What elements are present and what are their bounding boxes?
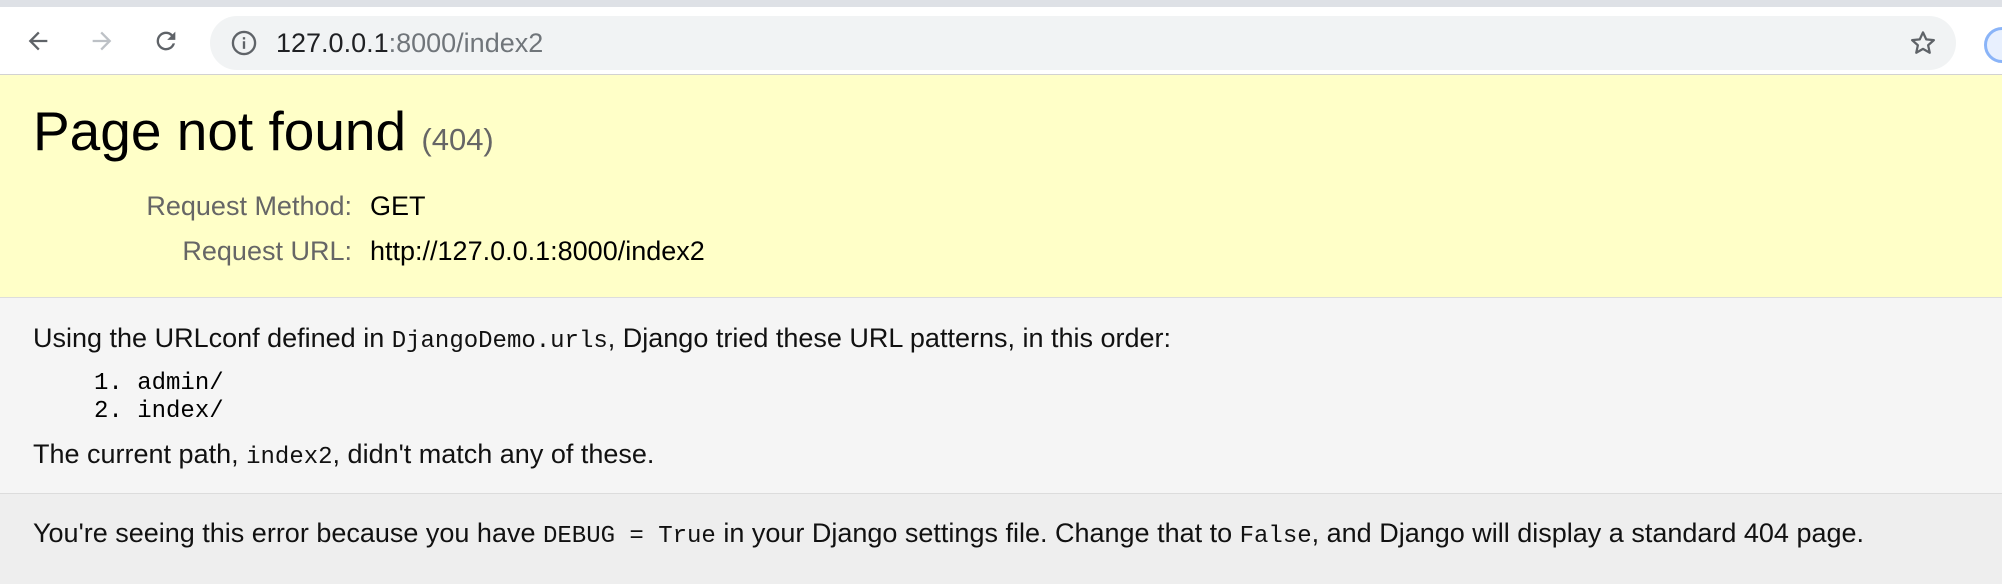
urlconf-text: Using the URLconf defined in DjangoDemo.…: [33, 323, 1171, 355]
request-url-value: http://127.0.0.1:8000/index2: [370, 236, 705, 266]
debug-setting: DEBUG = True: [542, 523, 716, 550]
extension-icon[interactable]: [1984, 27, 2002, 63]
url-pattern-list: 1. admin/ 2. index/: [94, 370, 224, 426]
list-item: 2. index/: [94, 398, 224, 426]
explanation-text: You're seeing this error because you hav…: [33, 518, 1864, 550]
page-title: Page not found (404): [33, 99, 494, 163]
url-host: 127.0.0.1: [276, 28, 389, 58]
reload-icon: [156, 31, 176, 51]
explanation-prefix: You're seeing this error because you hav…: [33, 518, 543, 548]
current-path: index2: [246, 444, 333, 471]
arrow-left-icon: [28, 31, 48, 51]
back-button[interactable]: [16, 19, 60, 63]
arrow-right-icon: [92, 31, 112, 51]
request-method-value: GET: [370, 191, 426, 221]
list-item: 1. admin/: [94, 370, 224, 398]
url-text[interactable]: 127.0.0.1:8000/index2: [276, 16, 543, 70]
urlconf-module: DjangoDemo.urls: [391, 328, 608, 355]
current-path-text: The current path, index2, didn't match a…: [33, 439, 654, 471]
current-path-suffix: , didn't match any of these.: [332, 439, 655, 469]
status-code: (404): [421, 122, 494, 157]
forward-button[interactable]: [80, 19, 124, 63]
request-url-label: Request URL:: [182, 236, 352, 266]
explanation-suffix: , and Django will display a standard 404…: [1311, 518, 1865, 548]
pattern-number: 2.: [94, 398, 123, 425]
error-info: Using the URLconf defined in DjangoDemo.…: [0, 298, 2002, 494]
urlconf-prefix: Using the URLconf defined in: [33, 323, 392, 353]
browser-toolbar: 127.0.0.1:8000/index2: [0, 0, 2002, 75]
explanation-middle: in your Django settings file. Change tha…: [715, 518, 1240, 548]
pattern-text: admin/: [137, 370, 224, 397]
request-method-label: Request Method:: [146, 191, 352, 221]
address-bar[interactable]: 127.0.0.1:8000/index2: [210, 16, 1956, 70]
reload-button[interactable]: [144, 19, 188, 63]
pattern-text: index/: [137, 398, 224, 425]
url-path: :8000/index2: [388, 28, 544, 58]
info-icon[interactable]: [230, 29, 258, 57]
page-title-text: Page not found: [33, 100, 407, 162]
current-path-prefix: The current path,: [33, 439, 247, 469]
error-summary: Page not found (404) Request Method: GET…: [0, 75, 2002, 298]
pattern-number: 1.: [94, 370, 123, 397]
false-value: False: [1239, 523, 1312, 550]
urlconf-suffix: , Django tried these URL patterns, in th…: [607, 323, 1172, 353]
star-icon[interactable]: [1908, 28, 1938, 58]
error-explanation: You're seeing this error because you hav…: [0, 494, 2002, 584]
